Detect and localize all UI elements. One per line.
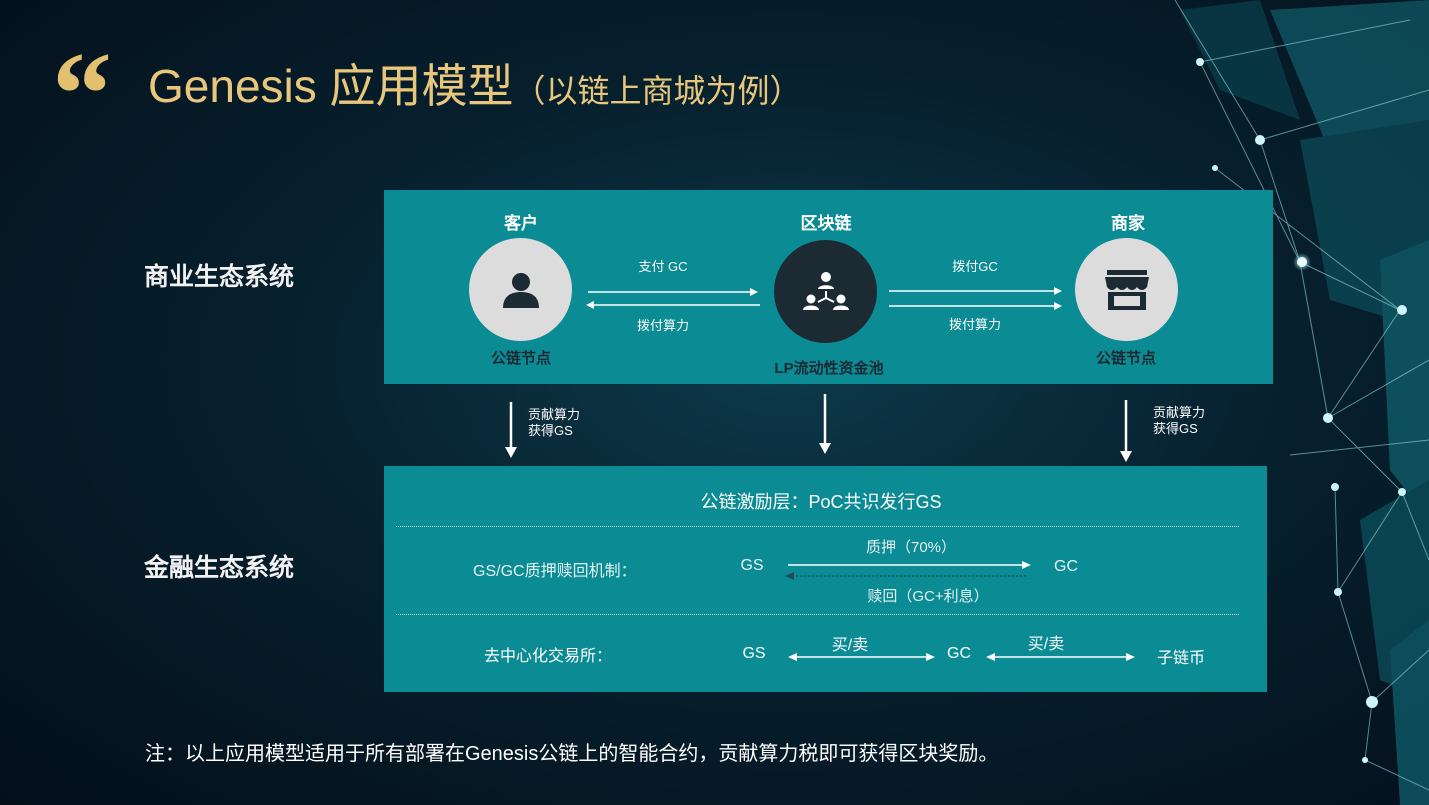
- finance-arrows: [785, 561, 1135, 661]
- footnote: 注：以上应用模型适用于所有部署在Genesis公链上的智能合约，贡献算力税即可获…: [145, 743, 999, 765]
